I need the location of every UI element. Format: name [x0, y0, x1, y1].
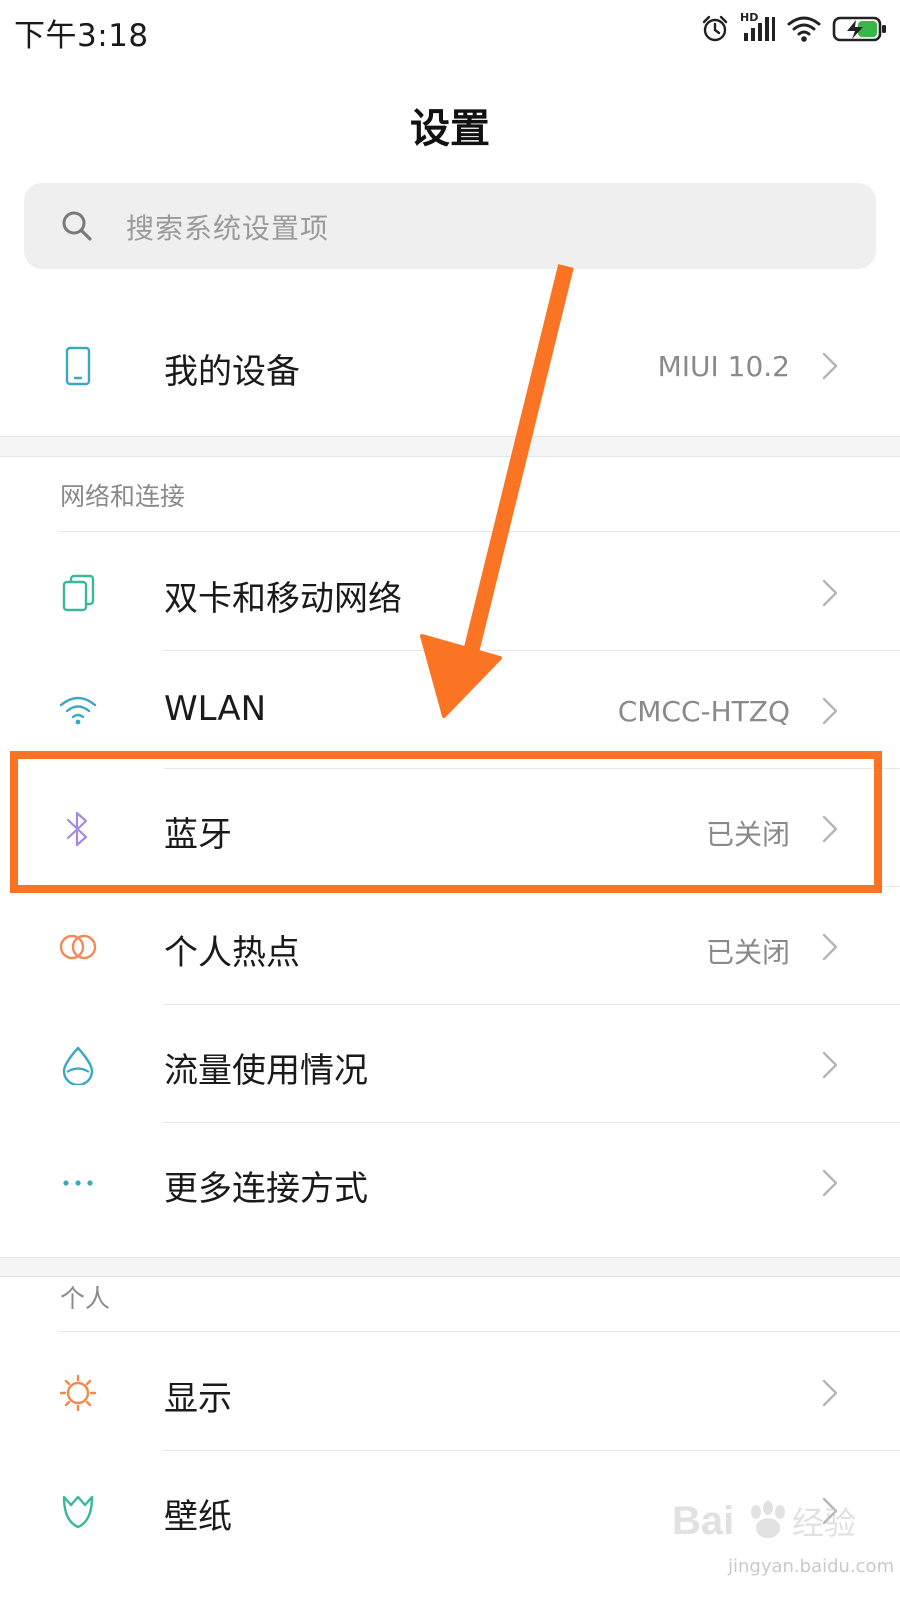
list-item-more-connections[interactable]: 更多连接方式	[0, 1123, 900, 1241]
status-icons: HD	[700, 11, 888, 46]
section-header-personal: 个人	[60, 1284, 111, 1313]
settings-screen: 下午3:18 HD 设置 搜索系统设置项 我的设备 MIUI 10.2 网络和连…	[0, 0, 900, 1607]
personal-section: 个人 显示 壁纸	[0, 1276, 900, 1607]
search-icon	[60, 209, 94, 247]
status-bar: 下午3:18 HD	[0, 0, 900, 58]
list-item-label: 更多连接方式	[164, 1169, 368, 1209]
hd-signal-icon: HD	[740, 11, 776, 45]
chevron-right-icon	[822, 1051, 838, 1083]
chevron-right-icon	[822, 1497, 838, 1529]
page-title: 设置	[410, 106, 490, 152]
alarm-icon	[700, 14, 730, 44]
more-connections-icon	[58, 1163, 98, 1203]
wifi-icon	[58, 691, 98, 731]
section-divider	[58, 1331, 900, 1332]
header: 设置	[0, 58, 900, 180]
chevron-right-icon	[822, 933, 838, 965]
chevron-right-icon	[822, 1169, 838, 1201]
status-time: 下午3:18	[14, 18, 149, 54]
list-item-label: 显示	[164, 1379, 232, 1419]
list-item-bluetooth[interactable]: 蓝牙 已关闭	[0, 769, 900, 887]
wifi-status-icon	[786, 14, 822, 44]
list-item-label: 我的设备	[164, 352, 300, 392]
list-item-data-usage[interactable]: 流量使用情况	[0, 1005, 900, 1123]
list-item-label: 个人热点	[164, 933, 300, 973]
chevron-right-icon	[822, 1379, 838, 1411]
search-placeholder: 搜索系统设置项	[126, 212, 330, 245]
list-item-value: 已关闭	[705, 936, 790, 969]
display-icon	[58, 1373, 98, 1413]
list-item-label: 蓝牙	[164, 815, 232, 855]
section-header-network: 网络和连接	[60, 482, 186, 511]
search-area: 搜索系统设置项	[0, 180, 900, 297]
list-item-wlan[interactable]: WLAN CMCC-HTZQ	[0, 651, 900, 769]
list-item-value: 已关闭	[705, 818, 790, 851]
wallpaper-icon	[58, 1491, 98, 1531]
list-item-wallpaper[interactable]: 壁纸	[0, 1451, 900, 1569]
bluetooth-icon	[58, 809, 98, 849]
chevron-right-icon	[822, 352, 838, 384]
network-section: 网络和连接 双卡和移动网络 WLAN CMCC-HTZQ 蓝牙 已关闭 个人热点…	[0, 456, 900, 1258]
section-divider	[58, 531, 900, 532]
data-usage-icon	[58, 1045, 98, 1085]
list-item-my-device[interactable]: 我的设备 MIUI 10.2	[0, 306, 900, 424]
device-section: 我的设备 MIUI 10.2	[0, 296, 900, 437]
list-item-label: 壁纸	[164, 1497, 232, 1537]
list-item-dual-sim[interactable]: 双卡和移动网络	[0, 533, 900, 651]
chevron-right-icon	[822, 579, 838, 611]
list-item-label: WLAN	[164, 689, 267, 729]
phone-icon	[58, 346, 98, 386]
hotspot-icon	[58, 927, 98, 967]
search-input[interactable]: 搜索系统设置项	[24, 183, 876, 269]
list-item-value: CMCC-HTZQ	[617, 695, 790, 728]
dual-sim-icon	[58, 573, 98, 613]
list-item-value: MIUI 10.2	[657, 350, 790, 383]
list-item-label: 双卡和移动网络	[164, 579, 402, 619]
list-item-hotspot[interactable]: 个人热点 已关闭	[0, 887, 900, 1005]
list-item-label: 流量使用情况	[164, 1051, 368, 1091]
chevron-right-icon	[822, 697, 838, 729]
list-item-display[interactable]: 显示	[0, 1333, 900, 1451]
chevron-right-icon	[822, 815, 838, 847]
battery-charging-icon	[832, 15, 888, 43]
